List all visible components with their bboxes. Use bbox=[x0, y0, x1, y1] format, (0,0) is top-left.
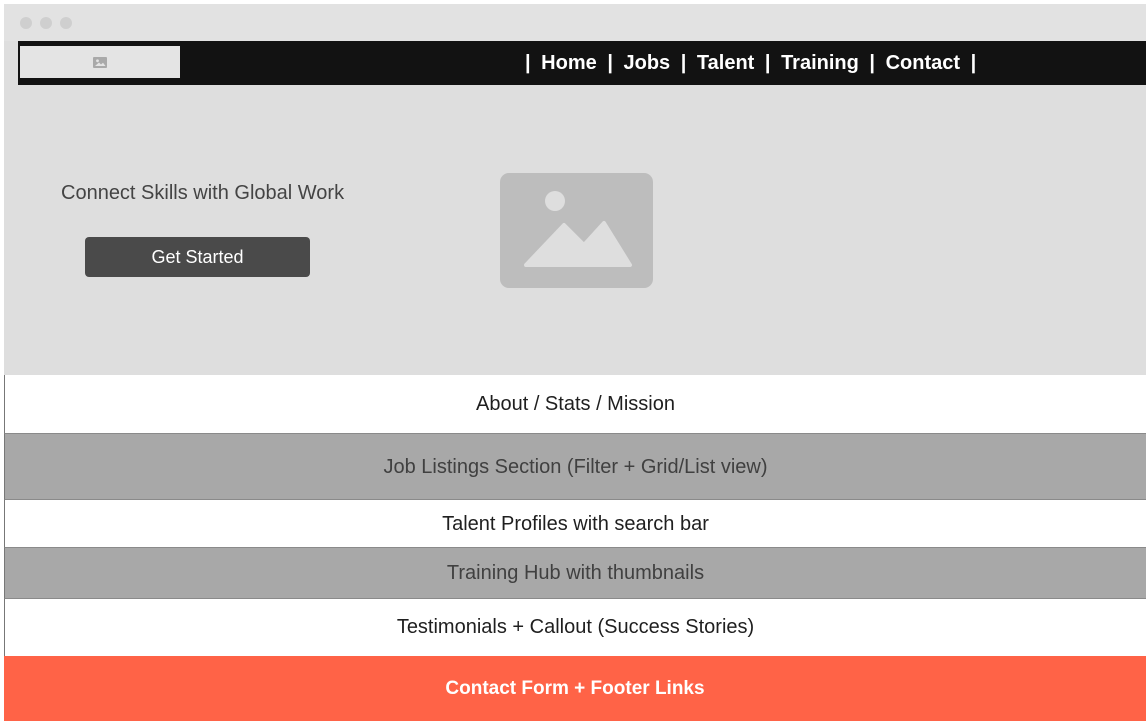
hero-tagline: Connect Skills with Global Work bbox=[61, 182, 345, 204]
nav-link-talent[interactable]: Talent bbox=[697, 52, 754, 74]
nav-separator: | bbox=[680, 52, 687, 74]
about-stats-section: About / Stats / Mission bbox=[4, 375, 1146, 434]
window-titlebar bbox=[4, 4, 1146, 41]
job-listings-section: Job Listings Section (Filter + Grid/List… bbox=[4, 433, 1146, 500]
window-minimize-dot[interactable] bbox=[40, 17, 52, 29]
nav-links: | Home | Jobs | Talent | Training | Cont… bbox=[523, 41, 978, 85]
window-close-dot[interactable] bbox=[20, 17, 32, 29]
contact-footer-section: Contact Form + Footer Links bbox=[4, 656, 1146, 721]
nav-link-training[interactable]: Training bbox=[781, 52, 859, 74]
nav-link-home[interactable]: Home bbox=[541, 52, 597, 74]
hero-section: Connect Skills with Global Work Get Star… bbox=[4, 85, 1146, 375]
get-started-button[interactable]: Get Started bbox=[85, 237, 310, 277]
window-maximize-dot[interactable] bbox=[60, 17, 72, 29]
training-hub-section: Training Hub with thumbnails bbox=[4, 547, 1146, 599]
nav-separator: | bbox=[525, 52, 531, 74]
browser-window: | Home | Jobs | Talent | Training | Cont… bbox=[4, 4, 1146, 721]
talent-profiles-section: Talent Profiles with search bar bbox=[4, 499, 1146, 548]
image-placeholder-icon bbox=[524, 191, 632, 267]
nav-link-jobs[interactable]: Jobs bbox=[623, 52, 670, 74]
nav-separator: | bbox=[764, 52, 771, 74]
logo-placeholder[interactable] bbox=[20, 46, 180, 78]
image-placeholder-icon bbox=[93, 56, 107, 68]
hero-image-placeholder bbox=[500, 173, 653, 288]
nav-separator: | bbox=[869, 52, 876, 74]
nav-separator: | bbox=[970, 52, 977, 74]
nav-link-contact[interactable]: Contact bbox=[886, 52, 960, 74]
nav-separator: | bbox=[607, 52, 613, 74]
testimonials-section: Testimonials + Callout (Success Stories) bbox=[4, 598, 1146, 656]
top-navbar: | Home | Jobs | Talent | Training | Cont… bbox=[18, 41, 1146, 85]
